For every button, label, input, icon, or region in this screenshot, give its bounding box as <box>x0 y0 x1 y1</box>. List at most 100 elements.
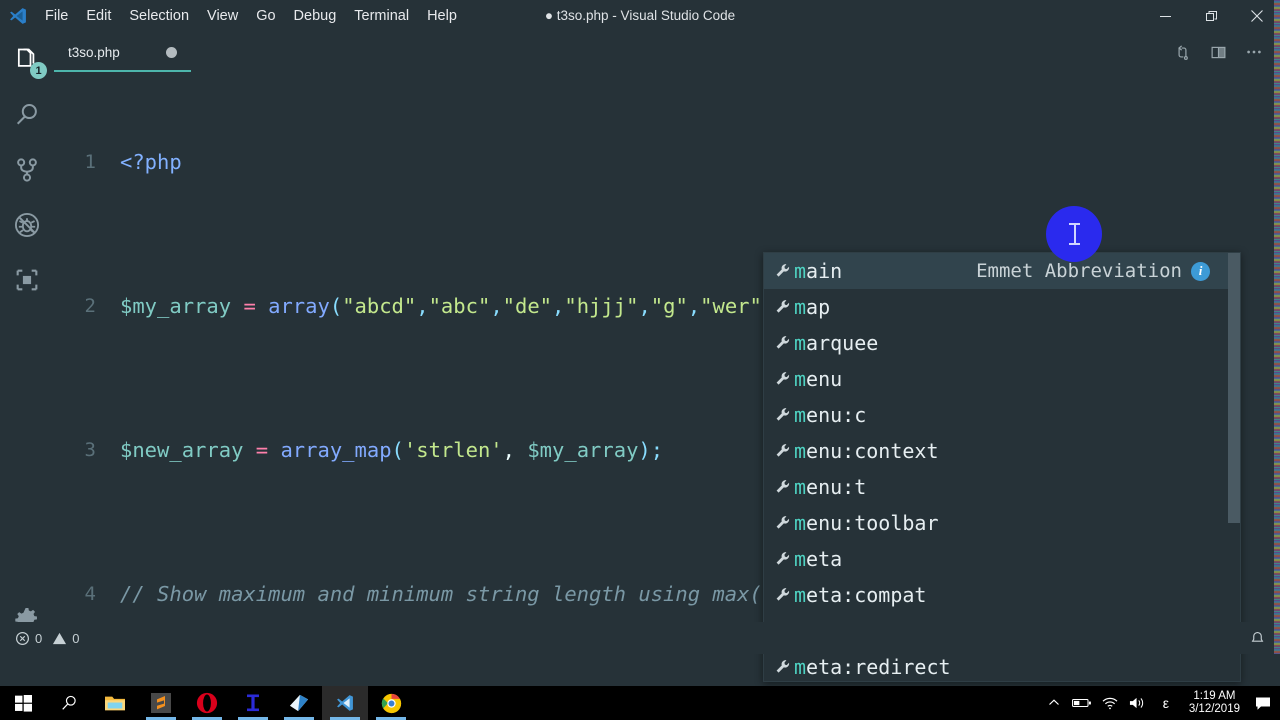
snippet-wrench-icon <box>772 515 794 531</box>
activity-bar: 1 <box>0 32 54 654</box>
editor-tab-bar: t3so.php <box>54 32 1280 72</box>
start-button[interactable] <box>0 686 46 720</box>
app-icon-i[interactable] <box>230 686 276 720</box>
snippet-wrench-icon <box>772 551 794 567</box>
restore-button[interactable] <box>1188 0 1234 32</box>
system-tray: ε 1:19 AM 3/12/2019 <box>1041 686 1280 720</box>
status-bar-left: 0 0 <box>0 622 84 654</box>
suggestion-dropdown[interactable]: main Emmet Abbreviation i map marquee me… <box>763 252 1241 682</box>
suggestion-match: m <box>794 331 807 355</box>
code-token: $my_array <box>120 294 232 318</box>
explorer-badge: 1 <box>30 62 47 79</box>
menu-help[interactable]: Help <box>418 0 466 32</box>
menu-view[interactable]: View <box>198 0 247 32</box>
info-icon[interactable]: i <box>1191 261 1210 281</box>
vscode-logo-icon <box>0 0 36 32</box>
suggestion-label: menu <box>794 367 842 391</box>
snippet-wrench-icon <box>772 335 794 351</box>
sublime-text-icon[interactable] <box>138 686 184 720</box>
suggestion-item[interactable]: map <box>764 289 1240 325</box>
suggestion-match: m <box>794 295 807 319</box>
taskbar-clock[interactable]: 1:19 AM 3/12/2019 <box>1181 690 1248 716</box>
suggestion-rest: arquee <box>806 331 879 355</box>
activity-run-and-debug[interactable] <box>0 197 54 252</box>
vscode-taskbar-icon[interactable] <box>322 686 368 720</box>
activity-extensions[interactable] <box>0 252 54 307</box>
app-icon-paper[interactable] <box>276 686 322 720</box>
suggestion-item[interactable]: marquee <box>764 325 1240 361</box>
suggestion-label: menu:context <box>794 439 939 463</box>
suggestion-item[interactable]: menu:t <box>764 469 1240 505</box>
code-token: = <box>255 438 269 462</box>
suggestion-item[interactable]: menu <box>764 361 1240 397</box>
action-center-icon[interactable] <box>1250 686 1276 720</box>
code-token: , <box>490 294 503 318</box>
menu-debug[interactable]: Debug <box>285 0 346 32</box>
menu-terminal[interactable]: Terminal <box>345 0 418 32</box>
screen-artifact-column <box>1274 0 1280 654</box>
text-ibeam-cursor-icon <box>1068 223 1080 245</box>
line-number: 4 <box>84 583 96 605</box>
volume-icon[interactable] <box>1125 686 1151 720</box>
notifications-bell-icon[interactable] <box>1245 622 1270 654</box>
menu-go[interactable]: Go <box>247 0 284 32</box>
suggestion-item[interactable]: main Emmet Abbreviation i <box>764 253 1240 289</box>
suggestion-item[interactable]: menu:toolbar <box>764 505 1240 541</box>
suggestion-match: m <box>794 439 807 463</box>
menu-file[interactable]: File <box>36 0 77 32</box>
code-token: array_map <box>280 438 392 462</box>
activity-search[interactable] <box>0 87 54 142</box>
error-count: 0 <box>35 630 43 646</box>
chrome-icon[interactable] <box>368 686 414 720</box>
split-sync-icon[interactable] <box>1164 32 1200 72</box>
suggestion-rest: eta:compat <box>806 583 927 607</box>
suggestion-label: menu:toolbar <box>794 511 939 535</box>
suggestion-item[interactable]: meta <box>764 541 1240 577</box>
code-token: ( <box>329 294 343 318</box>
menu-edit[interactable]: Edit <box>77 0 120 32</box>
code-token: ( <box>391 438 404 462</box>
window-title-text: t3so.php - Visual Studio Code <box>556 8 736 23</box>
minimize-button[interactable] <box>1142 0 1188 32</box>
snippet-wrench-icon <box>772 263 794 279</box>
file-explorer-icon[interactable] <box>92 686 138 720</box>
suggestion-scrollbar[interactable] <box>1228 253 1240 681</box>
suggestion-item[interactable]: meta:compat <box>764 577 1240 613</box>
suggestion-match: m <box>794 511 807 535</box>
code-token: $new_array <box>120 438 244 462</box>
suggestion-label: map <box>794 295 830 319</box>
code-token: ); <box>638 438 664 462</box>
suggestion-match: m <box>794 655 807 679</box>
code-token: , <box>416 294 429 318</box>
split-editor-icon[interactable] <box>1200 32 1236 72</box>
show-hidden-icons-icon[interactable] <box>1041 686 1067 720</box>
code-token: "abc" <box>428 294 491 318</box>
status-problems[interactable]: 0 0 <box>10 622 84 654</box>
status-bar: 0 0 <box>0 622 1280 654</box>
activity-explorer[interactable]: 1 <box>0 32 54 87</box>
suggestion-item[interactable]: menu:context <box>764 433 1240 469</box>
suggestion-scrollbar-thumb[interactable] <box>1228 253 1240 523</box>
activity-source-control[interactable] <box>0 142 54 197</box>
more-actions-icon[interactable] <box>1236 32 1272 72</box>
tab-dirty-indicator[interactable] <box>165 46 177 58</box>
warning-icon <box>53 632 67 644</box>
opera-icon[interactable] <box>184 686 230 720</box>
code-token: , <box>687 294 701 318</box>
code-token: array <box>268 294 330 318</box>
ime-indicator[interactable]: ε <box>1153 686 1179 720</box>
suggestion-label: menu:t <box>794 475 866 499</box>
suggestion-rest: enu:c <box>806 403 867 427</box>
battery-icon[interactable] <box>1069 686 1095 720</box>
code-token: "wer" <box>700 294 762 318</box>
code-token: <?php <box>120 150 182 174</box>
menu-selection[interactable]: Selection <box>120 0 198 32</box>
tab-t3so-php[interactable]: t3so.php <box>54 32 191 72</box>
code-token: , <box>552 294 565 318</box>
taskbar-search-icon[interactable] <box>46 686 92 720</box>
wifi-icon[interactable] <box>1097 686 1123 720</box>
clock-date: 3/12/2019 <box>1188 703 1240 715</box>
suggestion-item[interactable]: menu:c <box>764 397 1240 433</box>
